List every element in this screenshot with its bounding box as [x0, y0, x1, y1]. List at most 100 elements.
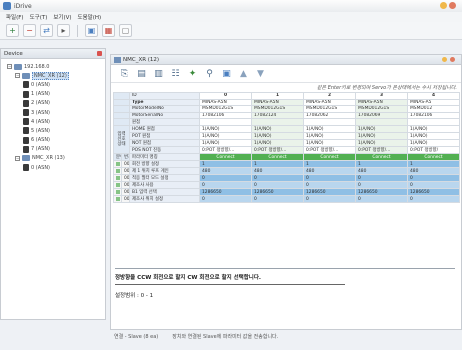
param-checkbox-icon[interactable] — [116, 196, 120, 201]
menu-view[interactable]: 보기(V) — [53, 13, 71, 21]
param-value-cell[interactable]: 0 — [407, 174, 460, 183]
tree-item[interactable]: − NMC_XR (13) — [7, 154, 105, 163]
io-value[interactable]: 1(A/NO) — [303, 125, 356, 134]
param-value-cell[interactable]: 1 — [355, 160, 408, 169]
param-value-cell[interactable]: 1286650 — [199, 188, 252, 197]
panel-close-icon[interactable] — [450, 57, 455, 62]
window-icon[interactable]: ▢ — [119, 24, 132, 37]
param-value-cell[interactable]: 0 — [303, 174, 356, 183]
param-value-cell[interactable]: 480 — [407, 167, 460, 176]
play-icon[interactable]: ▸ — [57, 24, 70, 37]
expand-toggle-icon[interactable]: − — [7, 64, 12, 70]
slave-id-header[interactable]: 3 — [355, 92, 408, 100]
param-value-cell[interactable]: 0 — [251, 181, 304, 190]
panel-close-icon[interactable] — [97, 51, 102, 56]
io-value[interactable]: 1(A/NO) — [407, 132, 460, 141]
param-name[interactable]: 회전 방향 설정 — [129, 160, 200, 169]
param-name[interactable]: B1 입력 선택 — [129, 188, 200, 197]
chart-icon[interactable]: ▥ — [153, 68, 164, 79]
io-value[interactable]: 1(A/NO) — [303, 132, 356, 141]
slave-id-header[interactable]: 4 — [407, 92, 460, 100]
param-value-cell[interactable]: 480 — [199, 167, 252, 176]
param-value-cell[interactable]: 1 — [303, 160, 356, 169]
io-value[interactable]: 1(A/NO) — [355, 125, 408, 134]
tree-item[interactable]: 7 (ASN) — [7, 145, 105, 154]
io-value[interactable]: 1(A/NO) — [251, 125, 304, 134]
param-value-cell[interactable]: 0 — [355, 181, 408, 190]
param-value-cell[interactable]: 0 — [355, 195, 408, 204]
slave-id-header[interactable]: 2 — [303, 92, 356, 100]
param-checkbox-icon[interactable] — [116, 182, 120, 187]
tree-item[interactable]: 5 (ASN) — [7, 126, 105, 135]
io-value[interactable]: 1(A/NO) — [355, 132, 408, 141]
param-checkbox-icon[interactable] — [116, 175, 120, 180]
param-value-cell[interactable]: 0 — [199, 174, 252, 183]
param-value-cell[interactable]: 0 — [251, 195, 304, 204]
expand-toggle-icon[interactable]: − — [15, 155, 20, 161]
param-checkbox-icon[interactable] — [116, 168, 120, 173]
param-checkbox-icon[interactable] — [116, 161, 120, 166]
tree-item[interactable]: 1 (ASN) — [7, 90, 105, 99]
tree-item[interactable]: 6 (ASN) — [7, 136, 105, 145]
param-value-cell[interactable]: 480 — [303, 167, 356, 176]
tools-icon[interactable]: ✦ — [187, 68, 198, 79]
param-value-cell[interactable]: 0 — [251, 174, 304, 183]
add-icon[interactable]: + — [6, 24, 19, 37]
io-value[interactable]: 1(A/NO) — [251, 132, 304, 141]
param-name[interactable]: 제조사 사용 — [129, 181, 200, 190]
param-value-cell[interactable]: 0 — [199, 181, 252, 190]
parameter-icon[interactable]: ☷ — [170, 68, 181, 79]
param-value-cell[interactable]: 1286650 — [407, 188, 460, 197]
down-icon[interactable]: ▼ — [255, 68, 266, 79]
param-value-cell[interactable]: 0 — [355, 174, 408, 183]
param-value-cell[interactable]: 0 — [407, 195, 460, 204]
menu-tools[interactable]: 도구(T) — [30, 13, 48, 21]
io-value[interactable]: 1(A/NO) — [251, 139, 304, 148]
settings-icon[interactable]: ▦ — [102, 24, 115, 37]
tree-item[interactable]: 3 (ASN) — [7, 108, 105, 117]
param-value-cell[interactable]: 480 — [355, 167, 408, 176]
param-value-cell[interactable]: 0 — [407, 181, 460, 190]
tree-item[interactable]: − NMC_XR (12) — [7, 71, 105, 80]
remove-icon[interactable]: − — [23, 24, 36, 37]
io-value[interactable]: 1(A/NO) — [199, 139, 252, 148]
io-value[interactable]: 1(A/NO) — [355, 139, 408, 148]
info-icon[interactable]: ▣ — [221, 68, 232, 79]
io-value[interactable]: 1(A/NO) — [303, 139, 356, 148]
up-icon[interactable]: ▲ — [238, 68, 249, 79]
parameter-tab-title[interactable]: NMC_XR (12) — [123, 57, 159, 63]
filter-icon[interactable]: ⚲ — [204, 68, 215, 79]
panel-minimize-icon[interactable] — [442, 57, 447, 62]
param-value-cell[interactable]: 0 — [199, 195, 252, 204]
param-value-cell[interactable]: 0 — [303, 181, 356, 190]
param-value-cell[interactable]: 1286650 — [303, 188, 356, 197]
param-value-cell[interactable]: 1 — [251, 160, 304, 169]
tree-item[interactable]: − 192.168.0 — [7, 62, 105, 71]
io-value[interactable]: 1(A/NO) — [199, 132, 252, 141]
expand-toggle-icon[interactable]: − — [15, 73, 20, 79]
minimize-icon[interactable] — [440, 2, 447, 9]
param-name[interactable]: 제 1 위치 루프 게인 — [129, 167, 200, 176]
io-value[interactable]: 0:POT 정방향/... — [303, 146, 356, 155]
param-value-cell[interactable]: 0 — [303, 195, 356, 204]
close-icon[interactable] — [449, 2, 456, 9]
param-value-cell[interactable]: 1 — [407, 160, 460, 169]
param-value-cell[interactable]: 1286650 — [251, 188, 304, 197]
io-value[interactable]: 0:POT 정방향/... — [251, 146, 304, 155]
io-value[interactable]: 1(A/NO) — [407, 139, 460, 148]
param-name[interactable]: 제조사 위치 설정 — [129, 195, 200, 204]
menu-file[interactable]: 파일(F) — [6, 13, 24, 21]
tree-item[interactable]: 2 (ASN) — [7, 99, 105, 108]
io-value[interactable]: 0:POT 정방향/ — [407, 146, 460, 155]
grid-icon[interactable]: ▤ — [136, 68, 147, 79]
menu-help[interactable]: 도움말(H) — [78, 13, 102, 21]
io-value[interactable]: 1(A/NO) — [199, 125, 252, 134]
io-value[interactable]: 0:POT 정방향/... — [199, 146, 252, 155]
tree-item[interactable]: 0 (ASN) — [7, 80, 105, 89]
tree-item[interactable]: 0 (ASN) — [7, 163, 105, 172]
io-value[interactable]: 1(A/NO) — [407, 125, 460, 134]
save-icon[interactable]: ⎘ — [119, 68, 130, 79]
param-name[interactable]: 적응 필터 모드 설정 — [129, 174, 200, 183]
param-value-cell[interactable]: 480 — [251, 167, 304, 176]
param-value-cell[interactable]: 1286650 — [355, 188, 408, 197]
